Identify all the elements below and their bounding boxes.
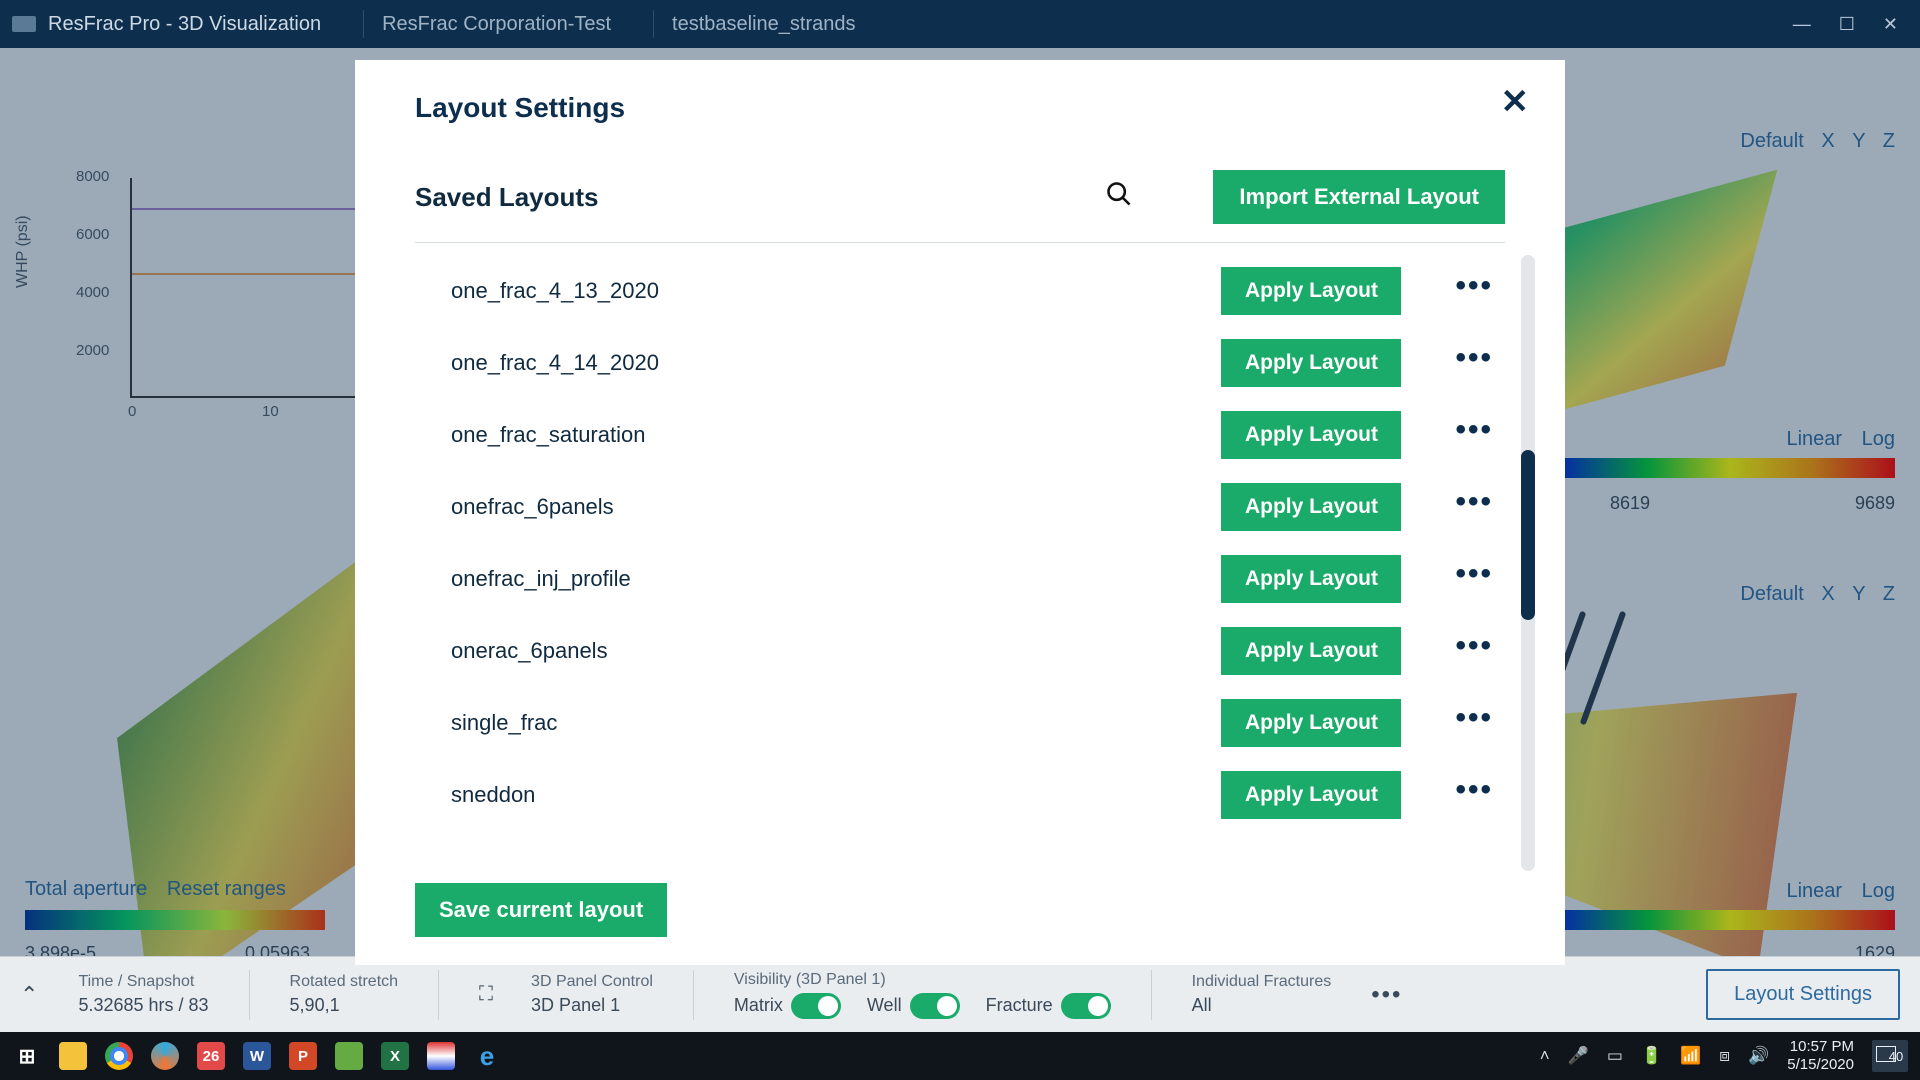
layout-name: one_frac_4_13_2020 <box>415 278 659 304</box>
layout-row: one_frac_4_14_2020 Apply Layout ••• <box>415 327 1527 399</box>
clock-date: 5/15/2020 <box>1787 1056 1854 1074</box>
start-icon[interactable]: ⊞ <box>4 1036 50 1076</box>
apply-layout-button[interactable]: Apply Layout <box>1221 771 1401 819</box>
layout-name: one_frac_saturation <box>415 422 645 448</box>
apply-layout-button[interactable]: Apply Layout <box>1221 483 1401 531</box>
apply-layout-button[interactable]: Apply Layout <box>1221 339 1401 387</box>
scrollbar-thumb[interactable] <box>1521 450 1535 620</box>
word-icon[interactable]: W <box>234 1036 280 1076</box>
microphone-icon[interactable]: 🎤 <box>1568 1046 1589 1066</box>
app-icon-2[interactable] <box>326 1036 372 1076</box>
layout-row: onefrac_inj_profile Apply Layout ••• <box>415 543 1527 615</box>
tray-chevron-up-icon[interactable]: ˄ <box>1540 1046 1550 1066</box>
calendar-icon[interactable]: 26 <box>188 1036 234 1076</box>
close-icon[interactable]: ✕ <box>1501 82 1530 122</box>
wifi-icon[interactable]: 📶 <box>1680 1046 1701 1066</box>
more-options-icon[interactable]: ••• <box>1455 785 1493 794</box>
scrollbar-track[interactable] <box>1521 255 1535 871</box>
layout-row: sneddon Apply Layout ••• <box>415 759 1527 831</box>
battery-icon[interactable]: 🔋 <box>1641 1046 1662 1066</box>
edge-icon[interactable]: e <box>464 1036 510 1076</box>
layout-row: one_frac_saturation Apply Layout ••• <box>415 399 1527 471</box>
more-options-icon[interactable]: ••• <box>1455 281 1493 290</box>
powerpoint-icon[interactable]: P <box>280 1036 326 1076</box>
import-external-layout-button[interactable]: Import External Layout <box>1213 170 1505 224</box>
more-options-icon[interactable]: ••• <box>1455 713 1493 722</box>
modal-overlay: ✕ Layout Settings Saved Layouts Import E… <box>0 0 1920 1080</box>
layout-row: one_frac_4_13_2020 Apply Layout ••• <box>415 255 1527 327</box>
input-icon[interactable]: ▭ <box>1607 1046 1623 1066</box>
excel-icon[interactable]: X <box>372 1036 418 1076</box>
layout-settings-modal: ✕ Layout Settings Saved Layouts Import E… <box>355 60 1565 965</box>
apply-layout-button[interactable]: Apply Layout <box>1221 627 1401 675</box>
search-icon[interactable] <box>1105 180 1133 215</box>
layout-row: single_frac Apply Layout ••• <box>415 687 1527 759</box>
more-options-icon[interactable]: ••• <box>1455 425 1493 434</box>
clock[interactable]: 10:57 PM 5/15/2020 <box>1787 1038 1854 1074</box>
layout-name: one_frac_4_14_2020 <box>415 350 659 376</box>
notifications-icon[interactable]: 40 <box>1872 1040 1908 1072</box>
layout-row: onefrac_6panels Apply Layout ••• <box>415 471 1527 543</box>
layout-name: single_frac <box>415 710 557 736</box>
apply-layout-button[interactable]: Apply Layout <box>1221 267 1401 315</box>
apply-layout-button[interactable]: Apply Layout <box>1221 411 1401 459</box>
modal-title: Layout Settings <box>355 92 1565 152</box>
more-options-icon[interactable]: ••• <box>1455 641 1493 650</box>
layout-name: onefrac_6panels <box>415 494 614 520</box>
layout-name: onerac_6panels <box>415 638 608 664</box>
more-options-icon[interactable]: ••• <box>1455 353 1493 362</box>
resfrac-icon[interactable] <box>418 1036 464 1076</box>
volume-icon[interactable]: 🔊 <box>1748 1046 1769 1066</box>
dropbox-icon[interactable]: ⧈ <box>1719 1046 1730 1066</box>
chrome-icon[interactable] <box>96 1036 142 1076</box>
saved-layouts-heading: Saved Layouts <box>415 182 599 213</box>
layout-name: sneddon <box>415 782 535 808</box>
app-icon-1[interactable] <box>142 1036 188 1076</box>
apply-layout-button[interactable]: Apply Layout <box>1221 699 1401 747</box>
save-current-layout-button[interactable]: Save current layout <box>415 883 667 937</box>
layout-row: onerac_6panels Apply Layout ••• <box>415 615 1527 687</box>
saved-layouts-list: one_frac_4_13_2020Apply Layout•••one_fra… <box>415 255 1527 879</box>
apply-layout-button[interactable]: Apply Layout <box>1221 555 1401 603</box>
layout-name: onefrac_inj_profile <box>415 566 631 592</box>
clock-time: 10:57 PM <box>1790 1038 1854 1056</box>
more-options-icon[interactable]: ••• <box>1455 569 1493 578</box>
file-explorer-icon[interactable] <box>50 1036 96 1076</box>
more-options-icon[interactable]: ••• <box>1455 497 1493 506</box>
windows-taskbar: ⊞ 26 W P X e ˄ 🎤 ▭ 🔋 📶 ⧈ 🔊 10:57 PM 5/15… <box>0 1032 1920 1080</box>
